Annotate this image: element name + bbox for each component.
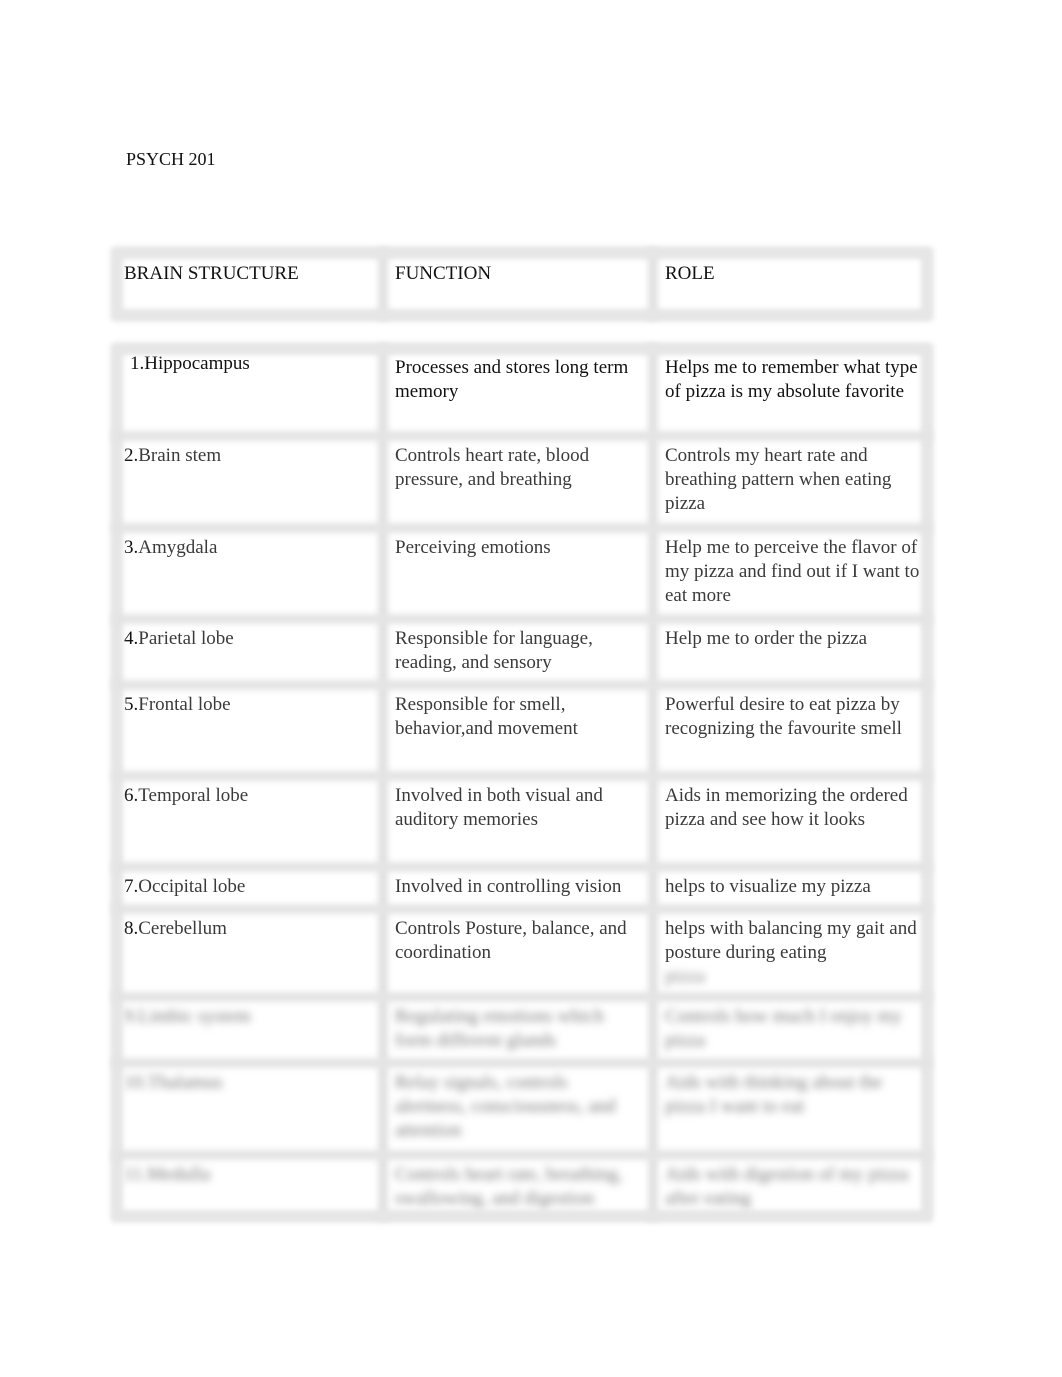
table-row: 4.Parietal lobe Responsible for language,… bbox=[112, 619, 932, 685]
row-number: 2. bbox=[124, 445, 139, 466]
function-cell: Perceiving emotions bbox=[383, 528, 653, 619]
function-text-obscured: Relay signals, controls alertness, consc… bbox=[395, 1072, 616, 1141]
structure-name: Hippocampus bbox=[144, 353, 250, 374]
function-cell: Regulating emotions which form different… bbox=[383, 997, 653, 1063]
table-row: 2.Brain stem Controls heart rate, blood p… bbox=[112, 436, 932, 528]
row-number: 4. bbox=[124, 628, 139, 649]
row-number: 6. bbox=[124, 785, 139, 806]
row-number: 1. bbox=[130, 353, 145, 374]
structure-cell: 4.Parietal lobe bbox=[112, 619, 383, 685]
function-cell: Controls heart rate, blood pressure, and… bbox=[383, 436, 653, 528]
function-cell: Responsible for smell, behavior,and move… bbox=[383, 685, 653, 776]
function-cell: Involved in both visual and auditory mem… bbox=[383, 776, 653, 867]
structure-cell: 1.Hippocampus bbox=[112, 344, 383, 436]
role-text-obscured: Aids with thinking about the pizza I wan… bbox=[665, 1072, 883, 1117]
function-cell: Involved in controlling vision bbox=[383, 867, 653, 909]
course-title: PSYCH 201 bbox=[126, 149, 216, 169]
role-cell: Controls how much I enjoy my pizza bbox=[653, 997, 932, 1063]
role-cell: Powerful desire to eat pizza by recogniz… bbox=[653, 685, 932, 776]
function-cell: Relay signals, controls alertness, consc… bbox=[383, 1063, 653, 1155]
structure-name: Amygdala bbox=[138, 537, 218, 558]
role-text: Controls my heart rate and breathing pat… bbox=[665, 445, 892, 514]
structure-cell: 6.Temporal lobe bbox=[112, 776, 383, 867]
function-text-obscured: Controls heart rate, breathing, swallowi… bbox=[395, 1164, 623, 1209]
role-cell: helps with balancing my gait and posture… bbox=[653, 909, 932, 997]
structure-cell: 3.Amygdala bbox=[112, 528, 383, 619]
structure-text-obscured: 11.Medulla bbox=[124, 1164, 211, 1185]
header-function: FUNCTION bbox=[383, 248, 653, 320]
role-text-obscured: Aids with digestion of my pizza after ea… bbox=[665, 1164, 909, 1209]
role-cell: Help me to order the pizza bbox=[653, 619, 932, 685]
row-number: 8. bbox=[124, 918, 139, 939]
function-text-obscured: Regulating emotions which form different… bbox=[395, 1006, 604, 1051]
function-cell: Responsible for language, reading, and s… bbox=[383, 619, 653, 685]
function-cell: Processes and stores long term memory bbox=[383, 344, 653, 436]
role-text: Help me to perceive the flavor of my piz… bbox=[665, 537, 920, 606]
role-text: Aids in memorizing the ordered pizza and… bbox=[665, 785, 908, 830]
structure-name: Occipital lobe bbox=[138, 876, 246, 897]
table-row-obscured: 11.Medulla Controls heart rate, breathing… bbox=[112, 1155, 932, 1221]
table-row: 6.Temporal lobe Involved in both visual a… bbox=[112, 776, 932, 867]
header-brain-structure: BRAIN STRUCTURE bbox=[112, 248, 383, 320]
header-row: BRAIN STRUCTURE FUNCTION ROLE bbox=[112, 248, 932, 320]
brain-structure-table: 1.Hippocampus Processes and stores long t… bbox=[112, 344, 932, 1221]
structure-name: Parietal lobe bbox=[138, 628, 234, 649]
role-cell: Controls my heart rate and breathing pat… bbox=[653, 436, 932, 528]
structure-cell: 5.Frontal lobe bbox=[112, 685, 383, 776]
function-cell: Controls heart rate, breathing, swallowi… bbox=[383, 1155, 653, 1221]
role-text-obscured: pizza bbox=[665, 966, 706, 987]
row-number: 3. bbox=[124, 537, 139, 558]
row-number: 7. bbox=[124, 876, 139, 897]
structure-cell: 10.Thalamus bbox=[112, 1063, 383, 1155]
table-row: 3.Amygdala Perceiving emotions Help me to … bbox=[112, 528, 932, 619]
role-cell: Helps me to remember what type of pizza … bbox=[653, 344, 932, 436]
structure-text-obscured: 9.Limbic system bbox=[124, 1006, 251, 1027]
structure-cell: 8.Cerebellum bbox=[112, 909, 383, 997]
structure-name: Frontal lobe bbox=[138, 694, 231, 715]
table-row-obscured: 10.Thalamus Relay signals, controls alert… bbox=[112, 1063, 932, 1155]
structure-name: Temporal lobe bbox=[138, 785, 249, 806]
table-row: 1.Hippocampus Processes and stores long t… bbox=[112, 344, 932, 436]
structure-name: Brain stem bbox=[138, 445, 222, 466]
structure-cell: 7.Occipital lobe bbox=[112, 867, 383, 909]
structure-name: Cerebellum bbox=[138, 918, 227, 939]
table-row: 7.Occipital lobe Involved in controlling … bbox=[112, 867, 932, 909]
table-row: 8.Cerebellum Controls Posture, balance, a… bbox=[112, 909, 932, 997]
role-cell: Aids in memorizing the ordered pizza and… bbox=[653, 776, 932, 867]
role-text: Help me to order the pizza bbox=[665, 628, 868, 649]
header-table: BRAIN STRUCTURE FUNCTION ROLE bbox=[112, 248, 932, 320]
function-cell: Controls Posture, balance, and coordinat… bbox=[383, 909, 653, 997]
role-cell: Aids with thinking about the pizza I wan… bbox=[653, 1063, 932, 1155]
role-text: Helps me to remember what type of pizza … bbox=[665, 357, 918, 402]
table-row: 5.Frontal lobe Responsible for smell, beh… bbox=[112, 685, 932, 776]
row-number: 5. bbox=[124, 694, 139, 715]
role-cell: Aids with digestion of my pizza after ea… bbox=[653, 1155, 932, 1221]
role-text: helps to visualize my pizza bbox=[665, 876, 871, 897]
role-cell: helps to visualize my pizza bbox=[653, 867, 932, 909]
structure-cell: 9.Limbic system bbox=[112, 997, 383, 1063]
header-role: ROLE bbox=[665, 263, 715, 284]
role-text: Powerful desire to eat pizza by recogniz… bbox=[665, 694, 902, 739]
structure-cell: 2.Brain stem bbox=[112, 436, 383, 528]
table-row-obscured: 9.Limbic system Regulating emotions which… bbox=[112, 997, 932, 1063]
structure-cell: 11.Medulla bbox=[112, 1155, 383, 1221]
role-text-obscured: Controls how much I enjoy my pizza bbox=[665, 1006, 902, 1051]
role-text: helps with balancing my gait and posture… bbox=[665, 918, 917, 963]
structure-text-obscured: 10.Thalamus bbox=[124, 1072, 223, 1093]
role-cell: Help me to perceive the flavor of my piz… bbox=[653, 528, 932, 619]
